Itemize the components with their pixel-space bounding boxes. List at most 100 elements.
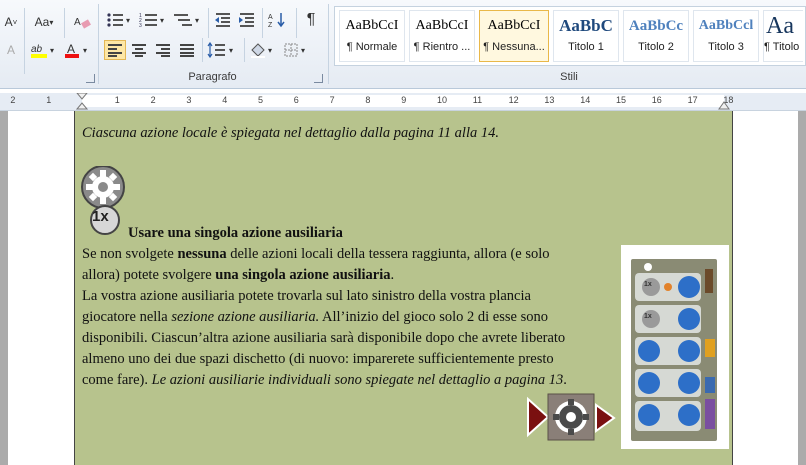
- ruler-number: 15: [616, 95, 627, 105]
- ruler-number: 10: [437, 95, 448, 105]
- text-effects-label: A: [6, 43, 15, 57]
- change-case-button[interactable]: Aa ▾: [30, 12, 58, 32]
- ruler-number: 16: [651, 95, 662, 105]
- svg-text:A: A: [268, 14, 273, 21]
- badge-1x-text: 1x: [92, 208, 109, 225]
- gear-action-icon: [527, 393, 616, 441]
- bold-run: una singola azione ausiliaria: [215, 267, 391, 283]
- style-titolo-2[interactable]: AaBbCc Titolo 2: [623, 10, 689, 62]
- align-left-icon: [108, 44, 122, 57]
- numbering-button[interactable]: 1 2 3 ▾: [138, 10, 168, 30]
- line-spacing-button[interactable]: ▾: [206, 40, 238, 60]
- svg-text:▾: ▾: [50, 46, 54, 55]
- svg-text:ab: ab: [31, 44, 43, 55]
- gear-1x-icon: [81, 166, 125, 235]
- paragraph-line[interactable]: Se non svolgete nessuna delle azioni loc…: [82, 246, 550, 263]
- align-center-icon: [132, 44, 146, 57]
- text-run: .: [390, 267, 395, 283]
- paragraph-line[interactable]: come fare). Le azioni ausiliarie individ…: [82, 372, 567, 389]
- board-token-label: 1x: [644, 313, 652, 320]
- style-titolo-3[interactable]: AaBbCcl Titolo 3: [693, 10, 759, 62]
- style-name: ¶ Nessuna...: [483, 41, 545, 53]
- paragraph-line[interactable]: giocatore nella sezione azione ausiliari…: [82, 309, 548, 326]
- indent-marker-icon[interactable]: [76, 93, 88, 110]
- font-dialog-launcher[interactable]: [86, 74, 95, 83]
- svg-text:Z: Z: [268, 22, 273, 28]
- paragraph-line[interactable]: almeno uno dei due spazi dischetto (di n…: [82, 351, 554, 368]
- font-color-icon: A ▾: [65, 42, 87, 58]
- ruler-number: 2: [10, 95, 16, 105]
- bullet-list-icon: ▾: [107, 13, 130, 27]
- player-board-image: 1x 1x: [621, 245, 729, 449]
- style-preview: AaBbCcI: [487, 18, 541, 33]
- styles-gallery: AaBbCcI ¶ Normale AaBbCcI ¶ Rientro ... …: [334, 6, 806, 66]
- separator: [328, 4, 329, 84]
- borders-icon: ▾: [284, 43, 305, 57]
- separator: [24, 8, 25, 74]
- style-name: Titolo 1: [568, 41, 604, 53]
- text-effects-button[interactable]: A: [2, 40, 20, 60]
- style-nessuna-spaziatura[interactable]: AaBbCcI ¶ Nessuna...: [479, 10, 549, 62]
- shading-button[interactable]: ▾: [248, 40, 278, 60]
- text-run: allora) potete svolgere: [82, 267, 216, 283]
- paragraph-line[interactable]: disponibili. Ciascun’altra azione ausili…: [82, 330, 565, 347]
- ruler-number: 4: [222, 95, 228, 105]
- clear-formatting-icon: A: [74, 17, 91, 29]
- bullets-button[interactable]: ▾: [104, 10, 134, 30]
- style-preview: AaBbC: [559, 16, 613, 35]
- style-titolo[interactable]: Aa ¶ Titolo: [763, 10, 803, 62]
- show-hide-marks-button[interactable]: ¶: [300, 10, 322, 30]
- borders-button[interactable]: ▾: [282, 40, 312, 60]
- line-spacing-icon: ▾: [207, 42, 233, 58]
- align-center-button[interactable]: [128, 40, 150, 60]
- bold-run: nessuna: [177, 246, 227, 262]
- svg-text:▾: ▾: [301, 46, 305, 55]
- style-normale[interactable]: AaBbCcI ¶ Normale: [339, 10, 405, 62]
- decrease-indent-button[interactable]: [212, 10, 234, 30]
- ruler-number: 9: [401, 95, 407, 105]
- separator: [244, 38, 245, 62]
- multilevel-list-button[interactable]: ▾: [172, 10, 204, 30]
- font-color-button[interactable]: A ▾: [62, 40, 92, 60]
- paragraph-dialog-launcher[interactable]: [314, 74, 323, 83]
- paint-bucket-icon: ▾: [251, 43, 272, 58]
- svg-text:A: A: [67, 42, 75, 56]
- svg-text:▾: ▾: [126, 16, 130, 25]
- text-run: All’inizio del gioco solo 2 di esse sono: [319, 309, 548, 325]
- document-area: Ciascuna azione locale è spiegata nel de…: [0, 111, 806, 465]
- align-right-button[interactable]: [152, 40, 174, 60]
- font-size-label: A: [4, 15, 13, 29]
- ruler-number: 6: [293, 95, 299, 105]
- svg-text:▾: ▾: [268, 46, 272, 55]
- ruler-number: 12: [508, 95, 519, 105]
- increase-indent-button[interactable]: [236, 10, 258, 30]
- align-left-button[interactable]: [104, 40, 126, 60]
- style-name: ¶ Normale: [346, 41, 398, 53]
- style-preview: AaBbCcl: [698, 18, 754, 33]
- right-indent-marker-icon[interactable]: [718, 98, 730, 110]
- paragraph-line[interactable]: allora) potete svolgere una singola azio…: [82, 267, 394, 284]
- increase-indent-icon: [239, 13, 254, 27]
- pilcrow-icon: ¶: [306, 11, 316, 28]
- ruler-number: 14: [580, 95, 591, 105]
- shrink-font-button[interactable]: A ˅: [2, 12, 20, 32]
- multilevel-list-icon: ▾: [174, 14, 199, 26]
- style-rientro[interactable]: AaBbCcI ¶ Rientro ...: [409, 10, 475, 62]
- text-run: delle azioni locali della tessera raggiu…: [226, 246, 550, 262]
- numbered-list-icon: 123▾: [139, 13, 164, 28]
- highlight-color-button[interactable]: ab ▾: [28, 40, 58, 60]
- svg-text:3: 3: [139, 23, 142, 28]
- section-heading[interactable]: Usare una singola azione ausiliaria: [128, 225, 343, 242]
- intro-line[interactable]: Ciascuna azione locale è spiegata nel de…: [82, 125, 499, 142]
- sort-button[interactable]: AZ: [266, 10, 290, 30]
- svg-text:A: A: [74, 17, 81, 28]
- style-titolo-1[interactable]: AaBbC Titolo 1: [553, 10, 619, 62]
- text-run: giocatore nella: [82, 309, 172, 325]
- horizontal-ruler[interactable]: 2 1 1 2 3 4 5 6 7 8 9 10 11 12 13 14 15 16 17 18: [0, 93, 806, 111]
- style-preview: Aa: [766, 13, 794, 39]
- clear-formatting-button[interactable]: A: [70, 12, 94, 32]
- justify-button[interactable]: [176, 40, 198, 60]
- paragraph-line[interactable]: La vostra azione ausiliaria potete trova…: [82, 288, 531, 305]
- ruler-number: 2: [150, 95, 156, 105]
- svg-text:▾: ▾: [160, 16, 164, 25]
